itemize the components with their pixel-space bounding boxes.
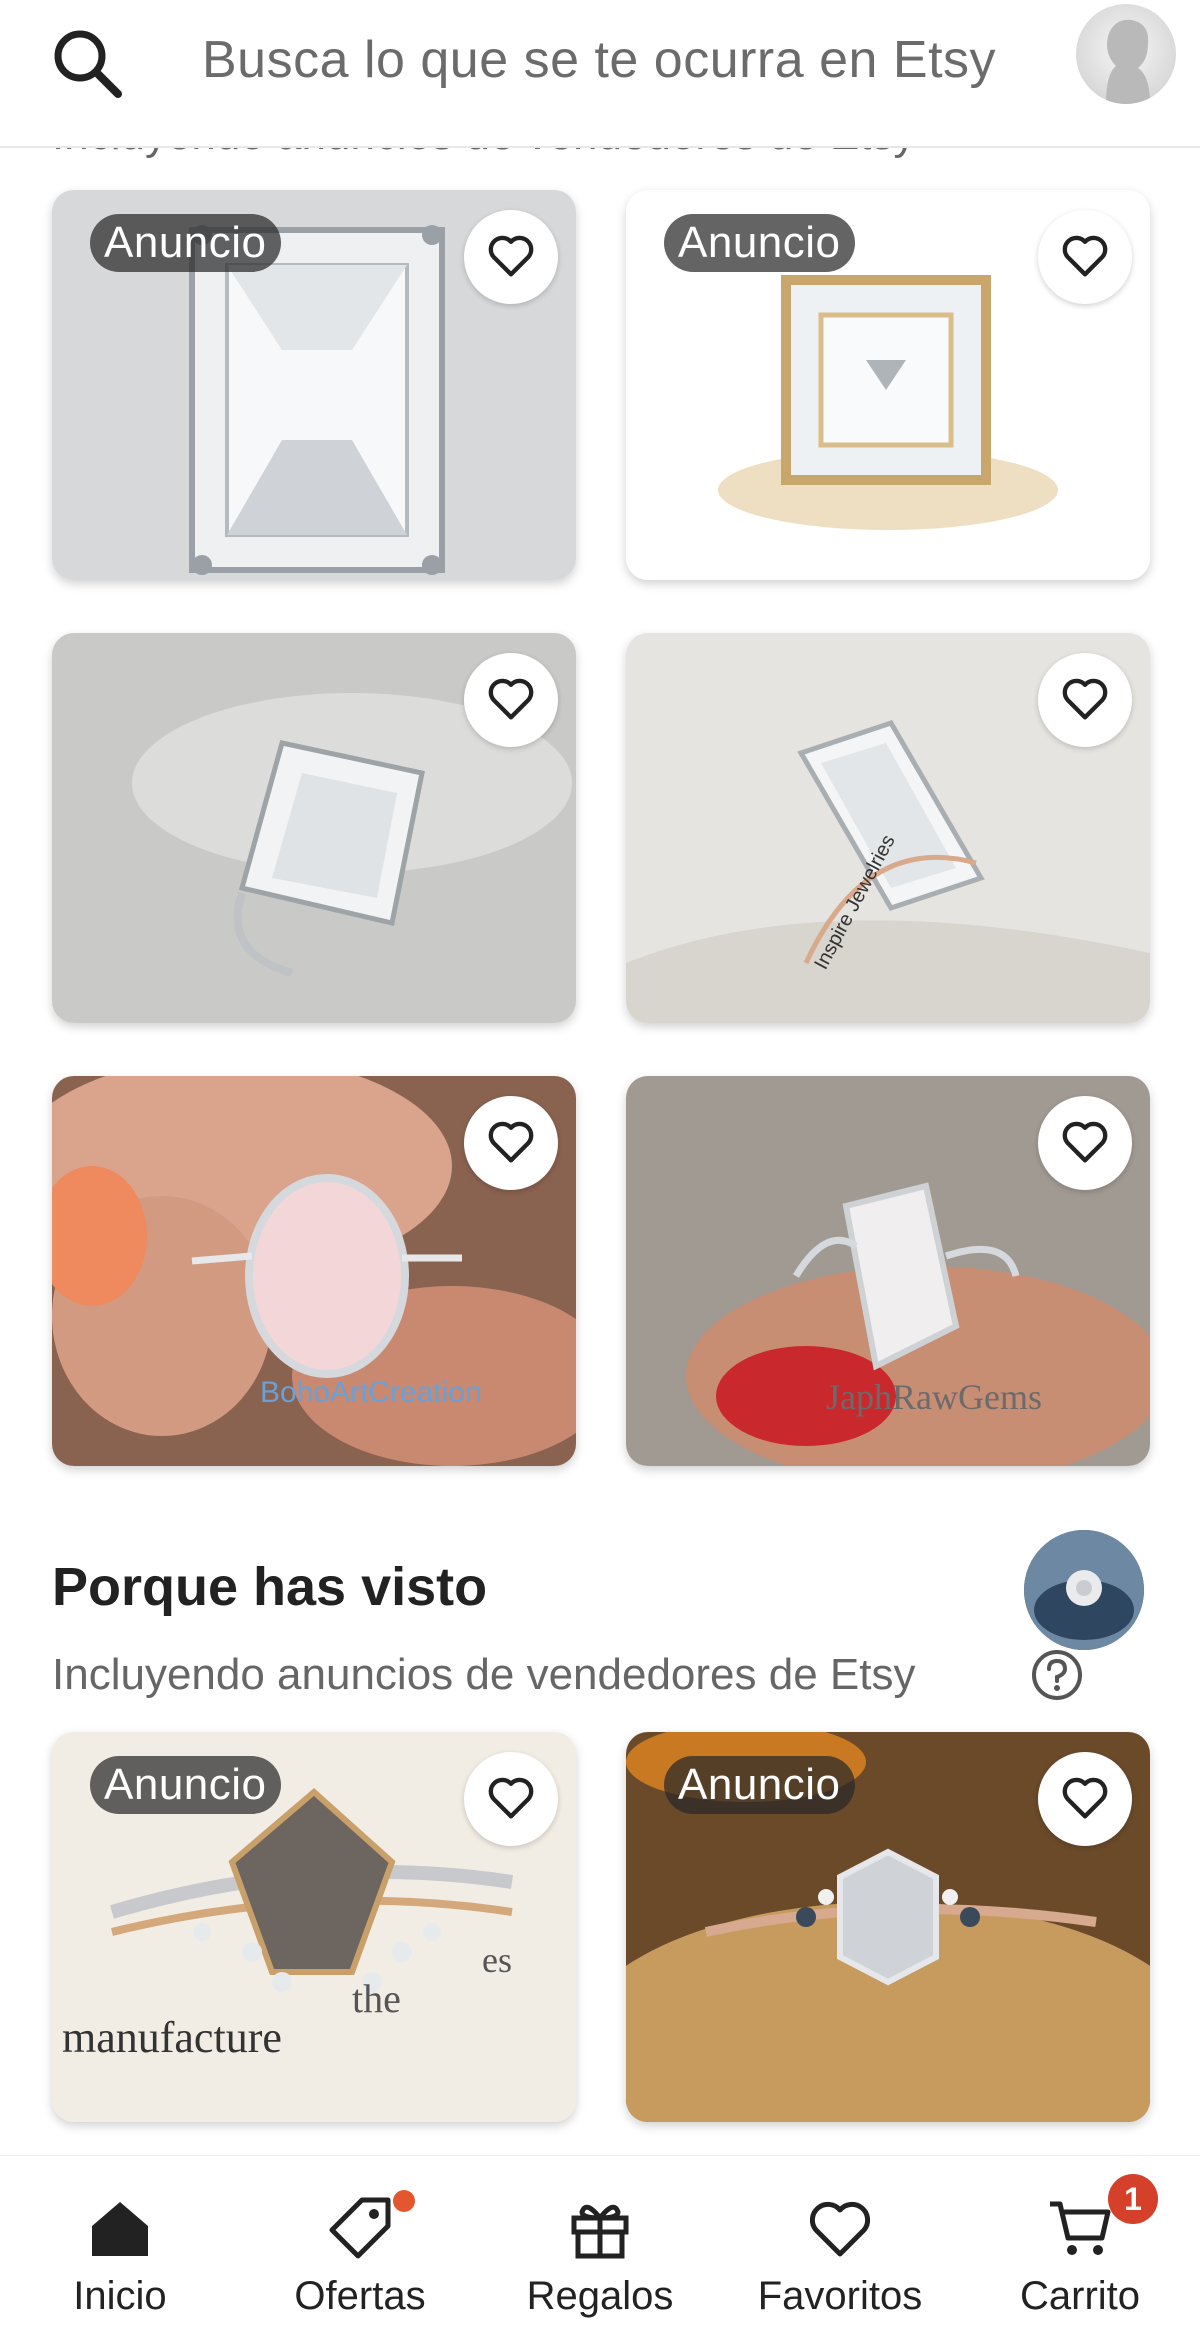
section-subtitle: Incluyendo anuncios de vendedores de Ets… bbox=[52, 1650, 916, 1699]
listing-card[interactable]: Anuncio bbox=[626, 1732, 1150, 2122]
page-text: manufacture bbox=[62, 2013, 282, 2062]
user-silhouette-icon bbox=[1106, 19, 1150, 104]
favorite-button[interactable] bbox=[1038, 653, 1132, 747]
ad-badge: Anuncio bbox=[90, 1756, 281, 1814]
bottom-navigation: Inicio Ofertas Regalos Favoritos 1 Carri… bbox=[0, 2155, 1200, 2336]
cart-count-badge: 1 bbox=[1108, 2174, 1158, 2224]
search-icon[interactable] bbox=[48, 24, 128, 104]
favorite-button[interactable] bbox=[464, 653, 558, 747]
heart-icon bbox=[488, 1121, 534, 1163]
favorite-button[interactable] bbox=[1038, 1096, 1132, 1190]
nav-label: Inicio bbox=[73, 2274, 167, 2318]
favorite-button[interactable] bbox=[1038, 210, 1132, 304]
search-input[interactable]: Busca lo que se te ocurra en Etsy bbox=[202, 30, 996, 90]
nav-label: Ofertas bbox=[294, 2274, 426, 2318]
top-bar: Busca lo que se te ocurra en Etsy bbox=[0, 0, 1200, 148]
heart-icon bbox=[488, 1777, 534, 1819]
listing-card[interactable]: manufacture the es Anuncio bbox=[52, 1732, 576, 2122]
favorite-button[interactable] bbox=[464, 1096, 558, 1190]
gift-icon bbox=[571, 2204, 629, 2259]
nav-item-favoritos[interactable]: Favoritos bbox=[720, 2156, 960, 2336]
heart-icon bbox=[488, 678, 534, 720]
ad-badge: Anuncio bbox=[664, 214, 855, 272]
page-text: es bbox=[482, 1940, 512, 1980]
nav-item-inicio[interactable]: Inicio bbox=[0, 2156, 240, 2336]
favorite-button[interactable] bbox=[464, 1752, 558, 1846]
watermark-text: BohoArtCreation bbox=[260, 1376, 482, 1409]
heart-icon bbox=[1062, 678, 1108, 720]
listing-card[interactable]: Anuncio bbox=[52, 190, 576, 580]
nav-label: Favoritos bbox=[757, 2274, 923, 2318]
nav-label: Regalos bbox=[526, 2274, 674, 2318]
listing-card[interactable]: BohoArtCreation bbox=[52, 1076, 576, 1466]
nav-label: Carrito bbox=[1019, 2274, 1141, 2318]
ad-badge: Anuncio bbox=[664, 1756, 855, 1814]
listing-card[interactable]: JaphRawGems bbox=[626, 1076, 1150, 1466]
heart-icon bbox=[488, 235, 534, 277]
favorite-button[interactable] bbox=[1038, 1752, 1132, 1846]
heart-icon bbox=[809, 2201, 871, 2257]
listing-card[interactable] bbox=[52, 633, 576, 1023]
watermark-text: JaphRawGems bbox=[826, 1377, 1042, 1417]
help-icon[interactable] bbox=[1030, 1648, 1084, 1702]
heart-icon bbox=[1062, 1777, 1108, 1819]
heart-icon bbox=[1062, 235, 1108, 277]
page-text: the bbox=[352, 1976, 401, 2021]
favorite-button[interactable] bbox=[464, 210, 558, 304]
avatar[interactable] bbox=[1076, 4, 1176, 104]
heart-icon bbox=[1062, 1121, 1108, 1163]
section-title: Porque has visto bbox=[52, 1557, 488, 1617]
listing-card[interactable]: Inspire Jewelries bbox=[626, 633, 1150, 1023]
nav-item-carrito[interactable]: 1 Carrito bbox=[960, 2156, 1200, 2336]
home-icon bbox=[92, 2202, 148, 2256]
recently-viewed-thumbnail[interactable] bbox=[1024, 1530, 1144, 1650]
notification-dot bbox=[393, 2190, 415, 2212]
nav-item-ofertas[interactable]: Ofertas bbox=[240, 2156, 480, 2336]
cart-icon bbox=[1050, 2201, 1111, 2255]
tag-icon bbox=[329, 2197, 391, 2259]
nav-item-regalos[interactable]: Regalos bbox=[480, 2156, 720, 2336]
ring-thumbnail-image bbox=[1024, 1530, 1144, 1650]
listing-card[interactable]: Anuncio bbox=[626, 190, 1150, 580]
ad-badge: Anuncio bbox=[90, 214, 281, 272]
